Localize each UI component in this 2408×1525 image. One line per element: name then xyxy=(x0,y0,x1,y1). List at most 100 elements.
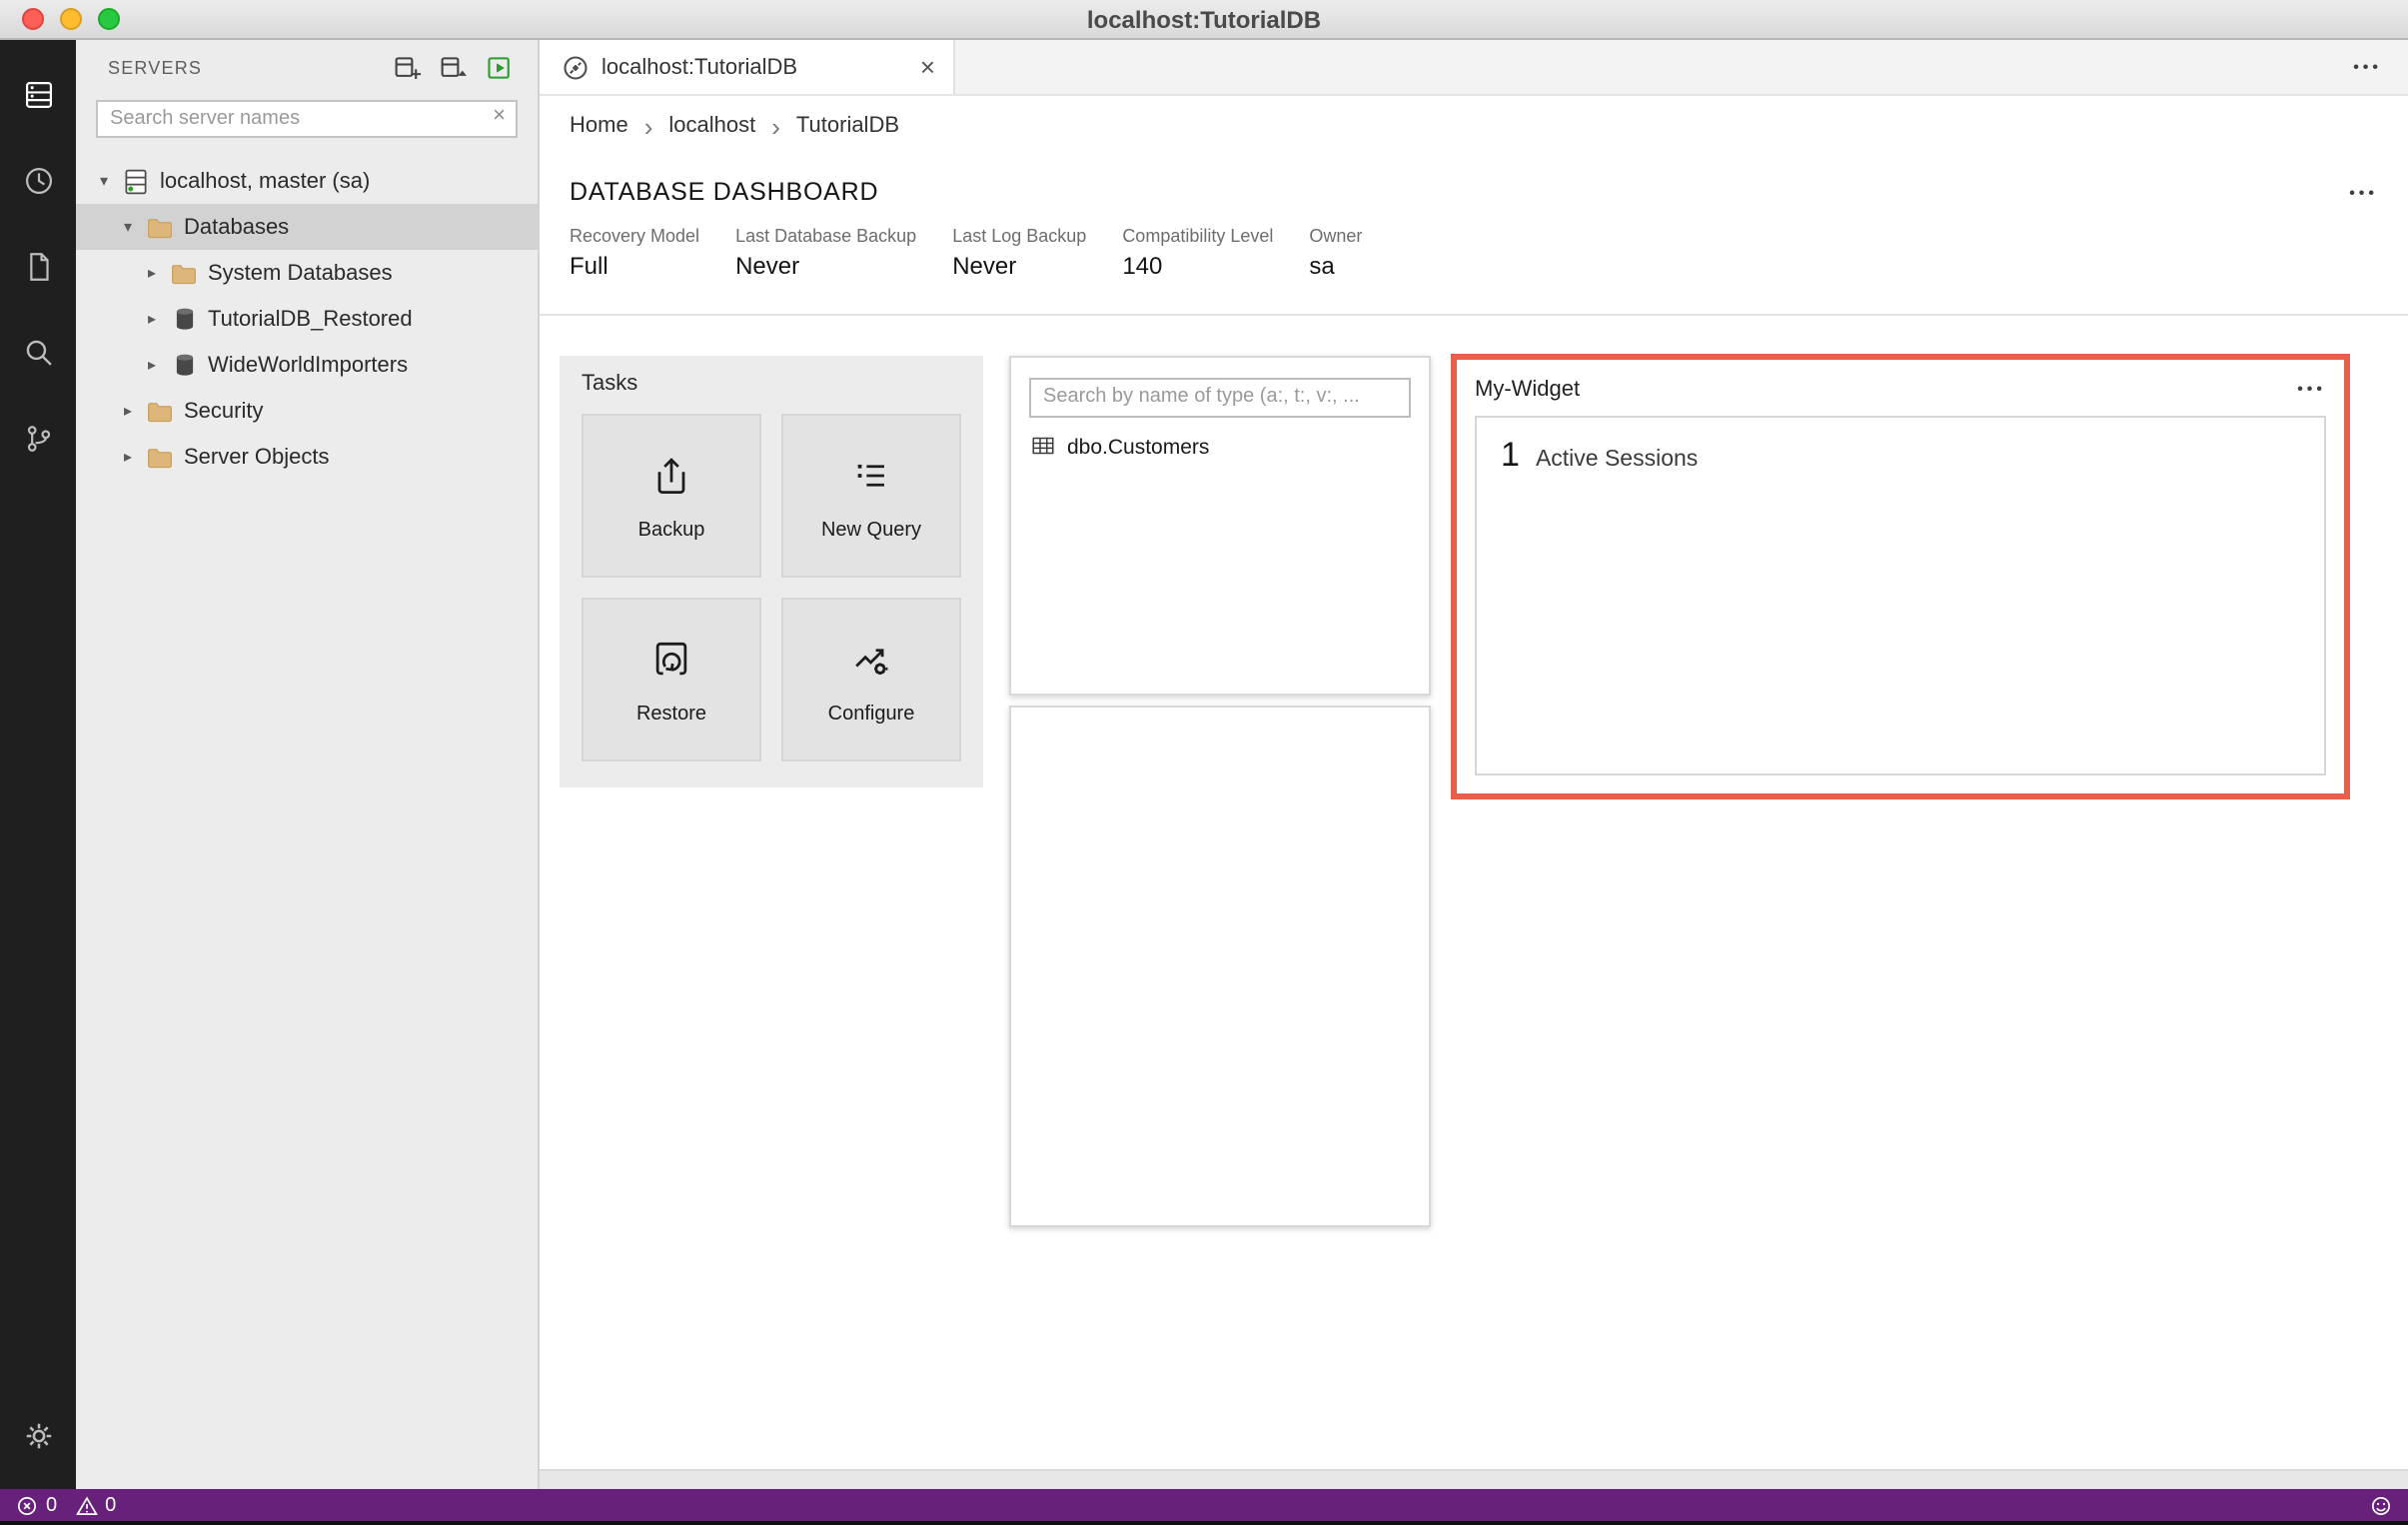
tree-item-label: Databases xyxy=(184,215,290,239)
sidebar-title: SERVERS xyxy=(108,58,203,78)
folder-icon xyxy=(144,212,176,242)
horizontal-scrollbar[interactable] xyxy=(540,1469,2408,1489)
dashboard-header: DATABASE DASHBOARD ••• Recovery Model Fu… xyxy=(540,156,2408,316)
property-last-log-backup: Last Log Backup Never xyxy=(952,226,1086,280)
clear-search-icon[interactable]: × xyxy=(493,102,506,132)
list-item-dbo-customers[interactable]: dbo.Customers xyxy=(1011,429,1429,467)
tree-item-tutorialdb-restored[interactable]: ▸ TutorialDB_Restored xyxy=(76,296,538,342)
property-value: Never xyxy=(735,252,800,280)
property-recovery-model: Recovery Model Full xyxy=(570,226,699,280)
database-icon xyxy=(168,350,200,380)
folder-icon xyxy=(168,258,200,288)
active-connections-icon[interactable] xyxy=(486,54,514,82)
source-control-icon[interactable] xyxy=(0,404,76,472)
active-sessions-count: 1 xyxy=(1501,436,1520,474)
settings-gear-icon[interactable] xyxy=(0,1401,76,1469)
tree-item-label: System Databases xyxy=(208,261,393,285)
task-label: Restore xyxy=(635,703,706,725)
server-tree: ▾ localhost, master (sa) ▾ Databases ▸ S… xyxy=(76,152,538,1489)
breadcrumb-tutorialdb[interactable]: TutorialDB xyxy=(796,114,899,138)
property-value: 140 xyxy=(1122,252,1163,280)
error-count[interactable]: 0 xyxy=(16,1494,57,1516)
property-label: Last Database Backup xyxy=(735,226,917,246)
twisty-icon[interactable]: ▸ xyxy=(140,310,164,328)
more-actions-icon[interactable]: ••• xyxy=(2353,58,2382,76)
database-properties: Recovery Model Full Last Database Backup… xyxy=(570,226,2378,280)
dashboard-more-actions-icon[interactable]: ••• xyxy=(2349,183,2378,201)
zoom-window-button[interactable] xyxy=(98,8,120,30)
tree-item-security[interactable]: ▸ Security xyxy=(76,388,538,434)
tree-item-label: WideWorldImporters xyxy=(208,353,409,377)
backup-button[interactable]: Backup xyxy=(582,414,761,578)
task-history-icon[interactable] xyxy=(0,146,76,214)
tree-item-system-databases[interactable]: ▸ System Databases xyxy=(76,250,538,296)
twisty-icon[interactable]: ▸ xyxy=(116,402,140,420)
sidebar-header: SERVERS xyxy=(76,40,538,96)
tab-strip: localhost:TutorialDB × ••• xyxy=(540,40,2408,96)
task-label: Configure xyxy=(827,703,915,725)
tasks-widget: Tasks Backup New Query Restore Configure xyxy=(560,356,983,787)
warning-count[interactable]: 0 xyxy=(75,1494,116,1516)
breadcrumb-home[interactable]: Home xyxy=(570,114,628,138)
server-search-input[interactable] xyxy=(96,100,518,138)
active-sessions-label: Active Sessions xyxy=(1535,448,1699,472)
twisty-icon[interactable]: ▾ xyxy=(116,218,140,236)
property-value: Full xyxy=(570,252,608,280)
folder-icon xyxy=(144,396,176,426)
new-query-button[interactable]: New Query xyxy=(781,414,961,578)
warning-icon xyxy=(75,1494,98,1516)
twisty-icon[interactable]: ▸ xyxy=(116,448,140,466)
connections-icon[interactable] xyxy=(0,60,76,128)
screenshot-stage: localhost:TutorialDB SERVERS Search serv… xyxy=(0,0,2408,1525)
new-query-icon xyxy=(847,451,895,509)
connection-icon xyxy=(562,53,590,81)
tree-item-localhost[interactable]: ▾ localhost, master (sa) xyxy=(76,158,538,204)
my-widget-more-actions-icon[interactable]: ••• xyxy=(2297,380,2326,398)
configure-icon xyxy=(847,635,895,693)
feedback-smiley-icon[interactable] xyxy=(2370,1494,2392,1516)
warning-count-value: 0 xyxy=(105,1494,117,1516)
tab-label: localhost:TutorialDB xyxy=(602,55,798,79)
restore-button[interactable]: Restore xyxy=(582,598,761,762)
close-tab-icon[interactable]: × xyxy=(920,54,935,80)
window-title: localhost:TutorialDB xyxy=(1086,5,1322,33)
property-label: Compatibility Level xyxy=(1122,226,1274,246)
traffic-lights xyxy=(22,0,120,38)
tree-item-label: localhost, master (sa) xyxy=(160,169,371,193)
folder-icon xyxy=(144,442,176,472)
empty-widget xyxy=(1009,706,1431,1227)
property-label: Owner xyxy=(1309,226,1363,246)
tree-item-label: Server Objects xyxy=(184,445,330,469)
property-value: Never xyxy=(952,252,1017,280)
minimize-window-button[interactable] xyxy=(60,8,82,30)
search-icon[interactable] xyxy=(0,318,76,386)
window-bottom-edge xyxy=(0,1521,2408,1525)
list-item-label: dbo.Customers xyxy=(1067,436,1210,460)
app-window: localhost:TutorialDB SERVERS Search serv… xyxy=(0,0,2408,1525)
file-icon[interactable] xyxy=(0,232,76,300)
tasks-widget-title: Tasks xyxy=(582,372,638,396)
server-search: × xyxy=(96,98,518,138)
editor-area: localhost:TutorialDB × ••• Home › localh… xyxy=(540,40,2408,1489)
tree-item-server-objects[interactable]: ▸ Server Objects xyxy=(76,434,538,480)
task-label: Backup xyxy=(637,519,705,541)
close-window-button[interactable] xyxy=(22,8,44,30)
new-connection-icon[interactable] xyxy=(394,54,422,82)
error-icon xyxy=(16,1494,38,1516)
breadcrumb-localhost[interactable]: localhost xyxy=(668,114,755,138)
property-owner: Owner sa xyxy=(1309,226,1362,280)
twisty-icon[interactable]: ▸ xyxy=(140,264,164,282)
chevron-right-icon: › xyxy=(643,111,653,141)
explorer-widget: dbo.Customers xyxy=(1009,356,1431,696)
twisty-icon[interactable]: ▾ xyxy=(92,172,116,190)
sidebar-actions xyxy=(394,54,514,82)
configure-button[interactable]: Configure xyxy=(781,598,961,762)
new-server-group-icon[interactable] xyxy=(440,54,468,82)
tree-item-wideworldimporters[interactable]: ▸ WideWorldImporters xyxy=(76,342,538,388)
twisty-icon[interactable]: ▸ xyxy=(140,356,164,374)
tree-item-databases[interactable]: ▾ Databases xyxy=(76,204,538,250)
tab-localhost-tutorialdb[interactable]: localhost:TutorialDB × xyxy=(540,40,955,94)
status-bar-right xyxy=(2370,1494,2392,1516)
restore-icon xyxy=(647,635,695,693)
object-search-input[interactable] xyxy=(1029,377,1411,417)
